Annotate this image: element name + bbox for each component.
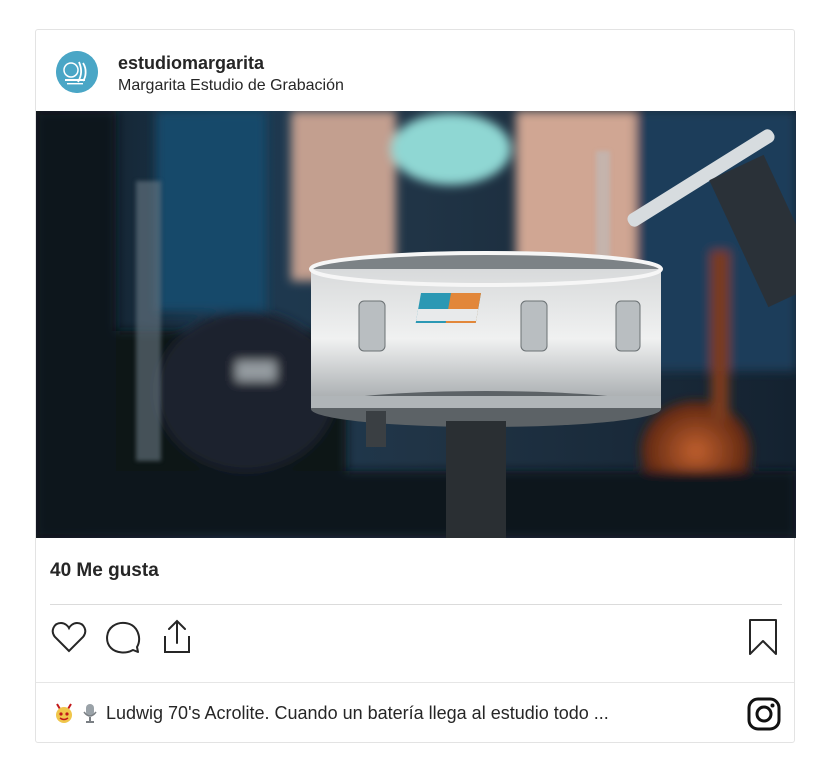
devil-face-emoji [54,702,74,724]
avatar[interactable] [56,51,98,93]
heart-icon[interactable] [50,618,88,656]
bookmark-icon[interactable] [744,618,782,656]
snare-drum-photo [36,111,796,538]
post-header: estudiomargarita Margarita Estudio de Gr… [36,30,794,111]
divider [36,682,794,683]
caption-text: Ludwig 70's Acrolite. Cuando un batería … [106,702,609,723]
divider [50,604,782,605]
username[interactable]: estudiomargarita [118,53,264,74]
likes-count[interactable]: 40 Me gusta [50,560,159,582]
post-caption[interactable]: Ludwig 70's Acrolite. Cuando un batería … [54,702,609,724]
comment-icon[interactable] [104,618,142,656]
studio-logo-icon [56,51,98,93]
location-subtitle[interactable]: Margarita Estudio de Grabación [118,77,344,95]
microphone-emoji [80,702,100,724]
instagram-icon[interactable] [746,696,782,732]
post-image[interactable] [36,111,796,538]
post-actions [50,618,782,658]
instagram-post-card: estudiomargarita Margarita Estudio de Gr… [35,29,796,743]
share-icon[interactable] [158,618,196,656]
